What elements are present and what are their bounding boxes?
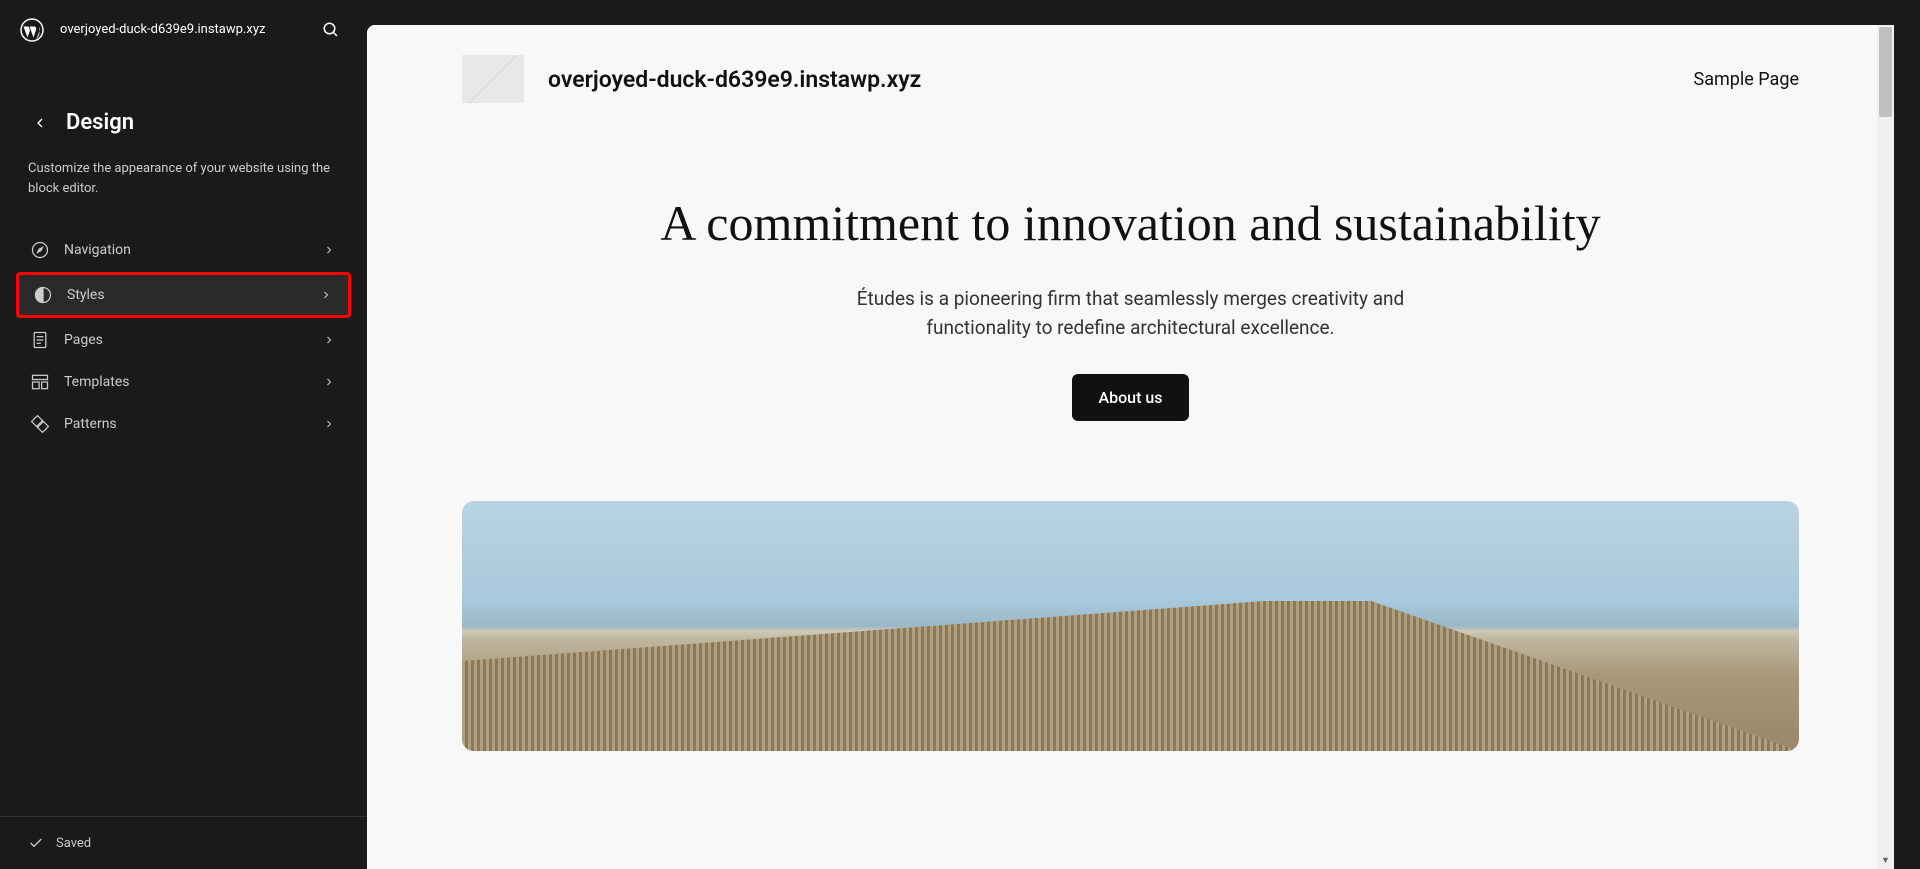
site-logo-placeholder[interactable] [462,55,524,103]
panel-title: Design [66,110,134,135]
back-button[interactable] [28,111,52,135]
panel-header: Design [0,60,367,151]
menu-label: Styles [67,287,318,303]
menu-label: Patterns [64,416,321,432]
patterns-icon [30,414,50,434]
save-status: Saved [0,816,367,869]
panel-description: Customize the appearance of your website… [0,151,367,222]
chevron-right-icon [321,374,337,390]
chevron-left-icon [32,115,48,131]
menu-label: Navigation [64,242,321,258]
chevron-right-icon [318,287,334,303]
menu-item-navigation[interactable]: Navigation [16,230,351,270]
site-preview: overjoyed-duck-d639e9.instawp.xyz Sample… [367,25,1894,869]
menu-label: Templates [64,374,321,390]
save-status-label: Saved [56,836,91,851]
chevron-right-icon [321,416,337,432]
scrollbar-thumb[interactable] [1879,27,1892,117]
hero-description: Études is a pioneering firm that seamles… [811,285,1451,342]
site-name[interactable]: overjoyed-duck-d639e9.instawp.xyz [60,21,315,39]
wordpress-logo-icon[interactable] [20,18,44,42]
menu-item-pages[interactable]: Pages [16,320,351,360]
chevron-right-icon [321,242,337,258]
menu-item-styles[interactable]: Styles [16,272,351,318]
building-graphic [462,601,1799,751]
preview-site-title[interactable]: overjoyed-duck-d639e9.instawp.xyz [548,66,1694,93]
chevron-right-icon [321,332,337,348]
preview-scrollbar[interactable]: ▼ [1877,25,1894,869]
hero-title: A commitment to innovation and sustainab… [462,193,1799,253]
about-us-button[interactable]: About us [1072,374,1188,421]
preview-content[interactable]: overjoyed-duck-d639e9.instawp.xyz Sample… [367,25,1894,869]
styles-icon [33,285,53,305]
menu-label: Pages [64,332,321,348]
hero-image [462,501,1799,751]
search-icon [322,21,340,39]
editor-sidebar: overjoyed-duck-d639e9.instawp.xyz Design… [0,0,367,869]
compass-icon [30,240,50,260]
page-icon [30,330,50,350]
check-icon [28,835,44,851]
menu-item-patterns[interactable]: Patterns [16,404,351,444]
scrollbar-down-arrow[interactable]: ▼ [1877,852,1894,869]
design-menu: Navigation Styles Pages [0,222,367,454]
template-icon [30,372,50,392]
nav-link-sample-page[interactable]: Sample Page [1694,69,1799,90]
search-button[interactable] [315,14,347,46]
menu-item-templates[interactable]: Templates [16,362,351,402]
sidebar-header: overjoyed-duck-d639e9.instawp.xyz [0,0,367,60]
preview-site-header: overjoyed-duck-d639e9.instawp.xyz Sample… [367,25,1894,133]
hero-section: A commitment to innovation and sustainab… [367,133,1894,461]
